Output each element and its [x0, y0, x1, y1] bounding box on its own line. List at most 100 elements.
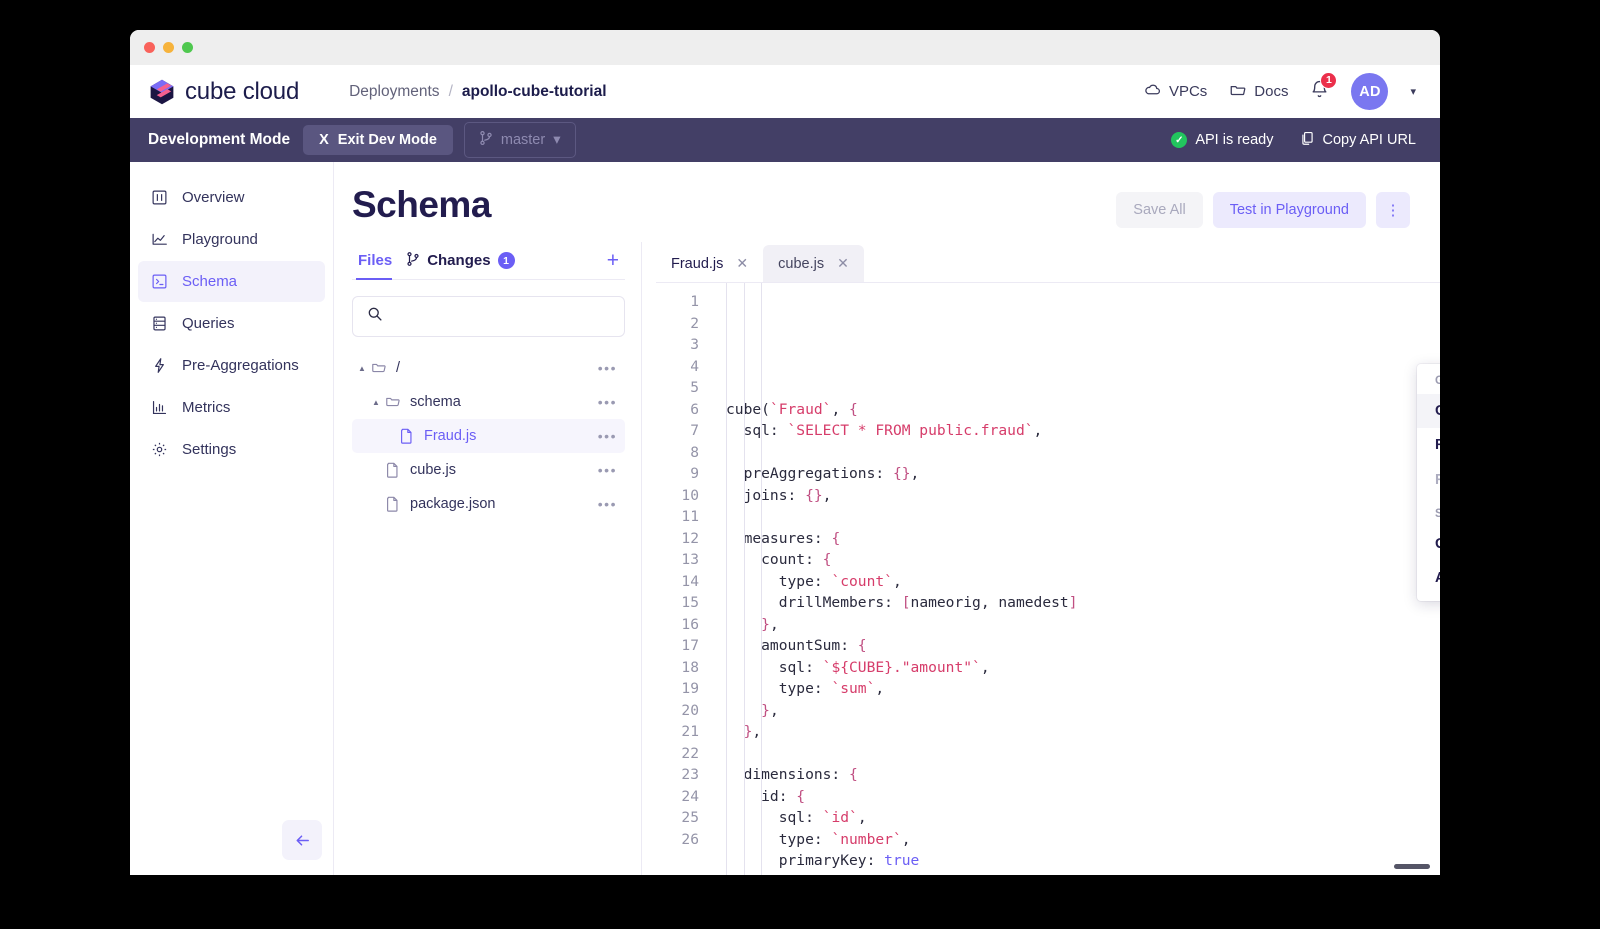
git-branch-icon: [479, 130, 493, 150]
sidebar-item-metrics[interactable]: Metrics: [138, 387, 325, 428]
branch-selector[interactable]: master ▾: [463, 122, 576, 158]
code-line: sql: `SELECT * FROM public.fraud`,: [726, 422, 1043, 439]
tree-label: schema: [410, 394, 461, 410]
app-logo[interactable]: cube cloud: [148, 78, 299, 106]
notifications-button[interactable]: 1: [1310, 71, 1338, 104]
schema-workspace: Files Changes 1 + ▲ / ••• ▲ schema ••• F…: [334, 228, 1440, 875]
close-icon: X: [319, 132, 329, 148]
tree-row-menu[interactable]: •••: [598, 428, 617, 444]
collapse-sidebar-button[interactable]: [282, 820, 322, 860]
sidebar-item-pre-aggregations[interactable]: Pre-Aggregations: [138, 345, 325, 386]
arrow-left-icon: [296, 834, 309, 846]
line-number: 25: [681, 809, 699, 826]
vpcs-link[interactable]: VPCs: [1144, 81, 1207, 103]
menu-item-label: Revert to production: [1435, 437, 1440, 453]
chevron-down-icon[interactable]: ▾: [1410, 85, 1416, 98]
code-line: type: `count`,: [726, 572, 902, 590]
copy-api-url-button[interactable]: Copy API URL: [1300, 130, 1417, 150]
tree-row[interactable]: package.json •••: [352, 487, 625, 521]
editor-tab-cube-js[interactable]: cube.js ✕: [763, 245, 864, 282]
terminal-icon: [150, 273, 168, 291]
code-editor[interactable]: 1 2 3 4 5 6 7 8 9 10 11 12 13 14 15 16 17 18 19 20 21 22 23 24 2…: [656, 282, 1440, 875]
chevron-up-icon[interactable]: ▲: [358, 364, 371, 373]
docs-link[interactable]: Docs: [1229, 81, 1288, 103]
more-actions-button[interactable]: ⋮: [1376, 192, 1410, 228]
tree-row[interactable]: cube.js •••: [352, 453, 625, 487]
close-window-button[interactable]: [144, 42, 155, 53]
file-tree: ▲ / ••• ▲ schema ••• Fraud.js ••• cube.j…: [352, 351, 625, 521]
horizontal-scrollbar[interactable]: [1394, 864, 1430, 869]
editor-tab-fraud-js[interactable]: Fraud.js ✕: [656, 245, 764, 282]
code-content[interactable]: cube(`Fraud`, { sql: `SELECT * FROM publ…: [712, 283, 1440, 875]
tree-row[interactable]: ▲ / •••: [352, 351, 625, 385]
tree-row-menu[interactable]: •••: [598, 394, 617, 410]
docs-label: Docs: [1254, 83, 1289, 100]
menu-item-generate-schema[interactable]: Generate schema: [1417, 527, 1440, 561]
tree-row[interactable]: ▲ schema •••: [352, 385, 625, 419]
tree-row-menu[interactable]: •••: [598, 360, 617, 376]
sidebar: Overview Playground Schema Queries Pre-A…: [130, 162, 334, 875]
line-number: 5: [690, 379, 699, 396]
avatar[interactable]: AD: [1351, 73, 1389, 110]
tree-label: /: [396, 360, 401, 376]
sidebar-item-schema[interactable]: Schema: [138, 261, 325, 302]
page-title: Schema: [352, 184, 491, 225]
sidebar-item-overview[interactable]: Overview: [138, 177, 325, 218]
file-search-input[interactable]: [392, 308, 610, 325]
exit-dev-mode-button[interactable]: X Exit Dev Mode: [303, 125, 453, 155]
code-line: primaryKey: true: [726, 852, 920, 869]
line-number: 23: [681, 766, 699, 783]
development-mode-bar: Development Mode X Exit Dev Mode master …: [130, 118, 1440, 162]
changes-count-badge: 1: [497, 252, 515, 269]
tab-files[interactable]: Files: [354, 242, 402, 280]
code-line: },: [761, 701, 779, 719]
sidebar-item-label: Queries: [182, 315, 235, 332]
more-actions-menu: GIT ACTIONS Commit and push Revert to pr…: [1417, 364, 1440, 601]
check-circle-icon: ✓: [1171, 132, 1188, 148]
bar-chart-icon: [150, 399, 168, 417]
file-icon: [385, 462, 404, 478]
line-number: 11: [681, 508, 699, 525]
chevron-up-icon[interactable]: ▲: [372, 398, 385, 407]
file-search[interactable]: [352, 296, 625, 337]
file-icon: [399, 428, 418, 444]
sidebar-item-settings[interactable]: Settings: [138, 429, 325, 470]
window-titlebar: [130, 30, 1440, 65]
menu-item-revert-to-production[interactable]: Revert to production: [1417, 428, 1440, 462]
menu-item-add-rollup[interactable]: Add rollup: [1417, 561, 1440, 595]
breadcrumb-current[interactable]: apollo-cube-tutorial: [462, 83, 607, 101]
folder-icon: [371, 360, 390, 376]
menu-item-label: Rebase onto master: [1435, 472, 1440, 488]
add-file-button[interactable]: +: [607, 250, 623, 271]
tab-changes[interactable]: Changes 1: [402, 242, 524, 279]
tab-files-label: Files: [358, 252, 393, 269]
close-icon[interactable]: ✕: [736, 255, 748, 272]
test-in-playground-button[interactable]: Test in Playground: [1212, 192, 1366, 228]
line-number: 19: [681, 680, 699, 697]
close-icon[interactable]: ✕: [837, 255, 849, 272]
sidebar-item-label: Settings: [182, 441, 237, 458]
devbar-status-group: ✓ API is ready Copy API URL: [1171, 130, 1416, 150]
browser-window: cube cloud Deployments / apollo-cube-tut…: [130, 30, 1440, 875]
maximize-window-button[interactable]: [182, 42, 193, 53]
api-status: ✓ API is ready: [1171, 132, 1274, 148]
sidebar-item-playground[interactable]: Playground: [138, 219, 325, 260]
code-line: cube(`Fraud`, {: [726, 400, 858, 418]
tab-changes-label: Changes: [427, 252, 491, 269]
tree-row-menu[interactable]: •••: [598, 496, 617, 512]
menu-item-commit-and-push[interactable]: Commit and push: [1417, 394, 1440, 428]
app-body: Overview Playground Schema Queries Pre-A…: [130, 162, 1440, 875]
tree-row[interactable]: Fraud.js •••: [352, 419, 625, 453]
menu-item-label: Generate schema: [1435, 536, 1440, 552]
breadcrumb-deployments[interactable]: Deployments: [349, 83, 439, 101]
cloud-icon: [1144, 81, 1162, 103]
sidebar-item-queries[interactable]: Queries: [138, 303, 325, 344]
line-number: 16: [681, 615, 699, 633]
tree-row-menu[interactable]: •••: [598, 462, 617, 478]
copy-api-url-label: Copy API URL: [1322, 132, 1417, 148]
save-all-button[interactable]: Save All: [1116, 192, 1203, 228]
file-panel: Files Changes 1 + ▲ / ••• ▲ schema ••• F…: [352, 242, 642, 875]
minimize-window-button[interactable]: [163, 42, 174, 53]
menu-item-rebase-onto-master: Rebase onto master ✓: [1417, 462, 1440, 497]
